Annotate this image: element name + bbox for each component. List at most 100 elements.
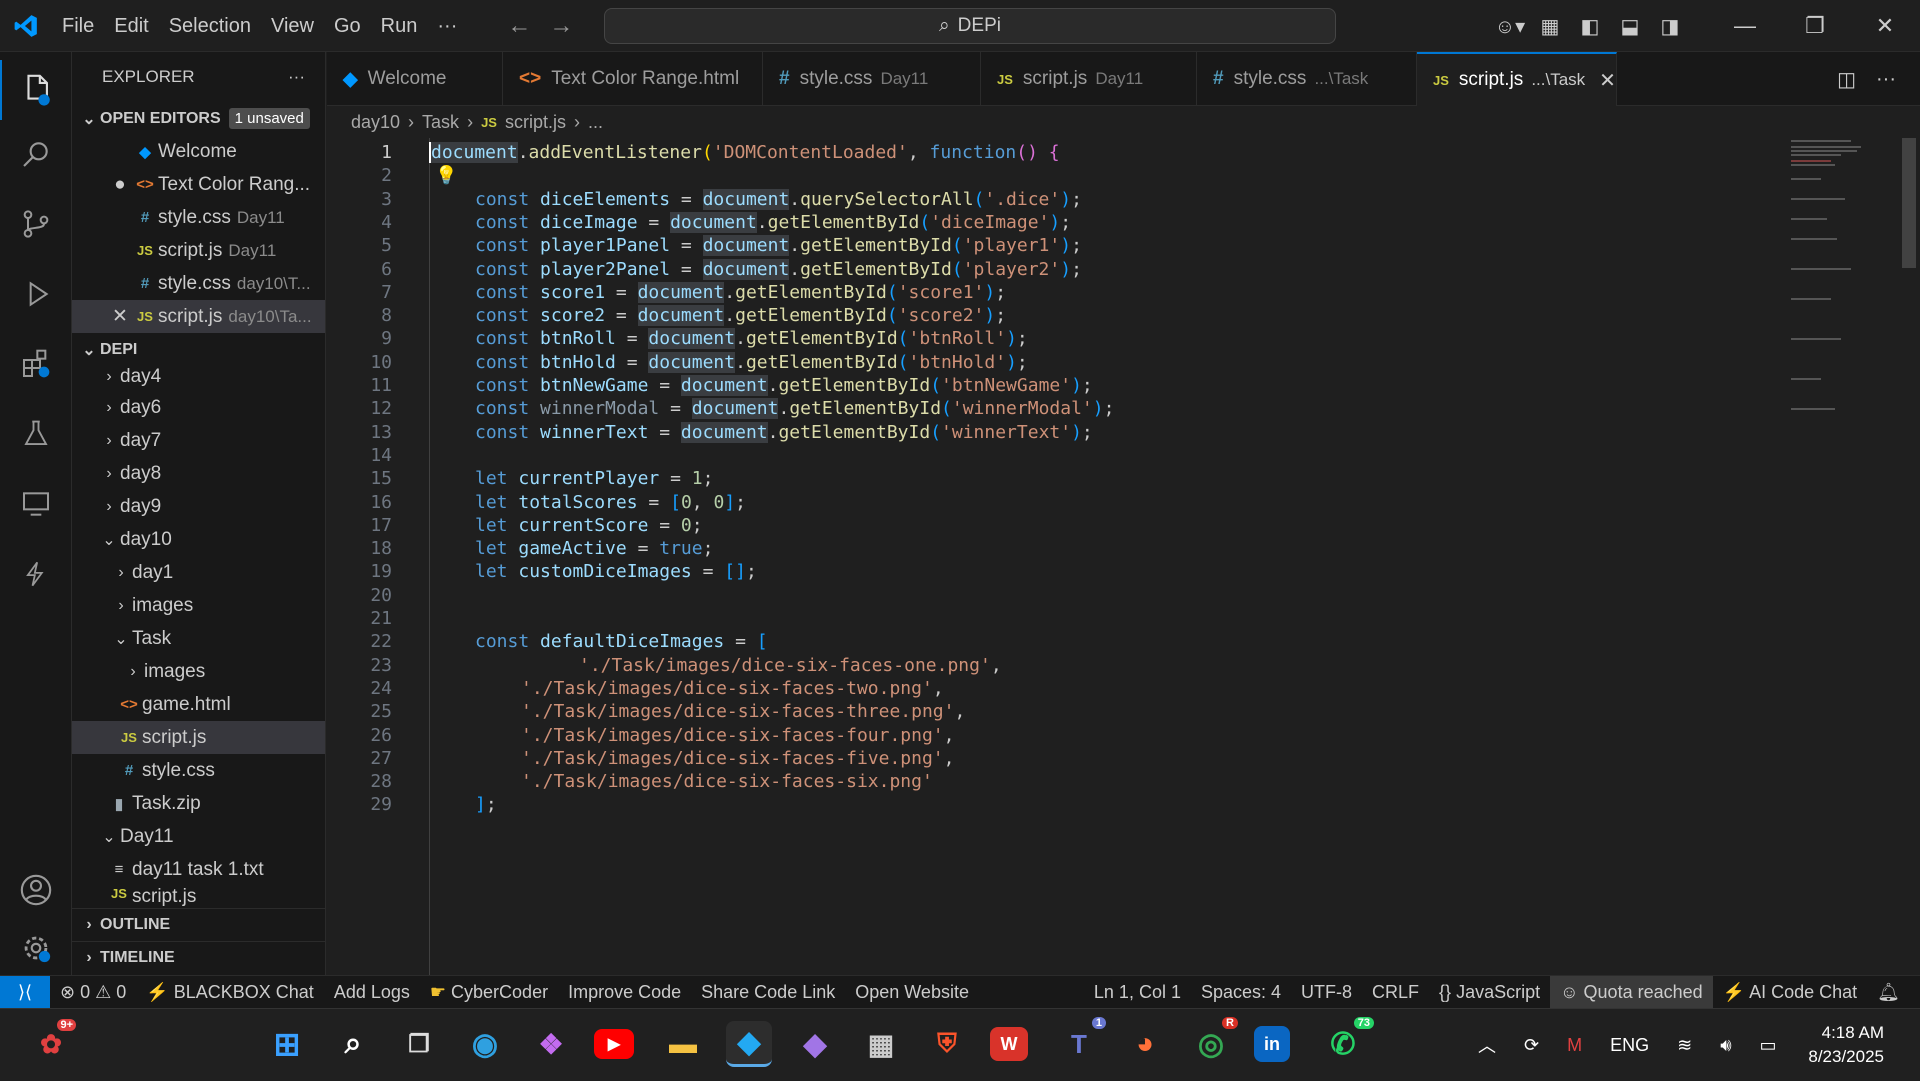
lightning-icon[interactable] [0, 544, 72, 604]
edge-browser-icon[interactable]: ◉ [462, 1021, 508, 1067]
tree-folder[interactable]: › day7 [72, 424, 325, 457]
share-code-link-button[interactable]: Share Code Link [691, 982, 845, 1003]
cursor-position[interactable]: Ln 1, Col 1 [1084, 982, 1191, 1003]
open-editor-welcome[interactable]: ◆ Welcome [72, 135, 325, 168]
menu-selection[interactable]: Selection [159, 0, 261, 52]
tree-folder[interactable]: › day1 [72, 556, 325, 589]
gmail-icon[interactable]: M [1567, 1035, 1582, 1056]
open-editor-script-day11[interactable]: JS script.js Day11 [72, 234, 325, 267]
menu-run[interactable]: Run [371, 0, 428, 52]
menu-view[interactable]: View [261, 0, 324, 52]
system-clock[interactable]: 4:18 AM 8/23/2025 [1808, 1021, 1884, 1069]
tab-welcome[interactable]: ◆ Welcome [327, 52, 503, 106]
copilot-quota[interactable]: ☺ Quota reached [1550, 976, 1713, 1009]
tree-file[interactable]: ▮ Task.zip [72, 787, 325, 820]
start-menu-icon[interactable]: ⊞ [264, 1021, 310, 1067]
source-control-icon[interactable] [0, 194, 72, 254]
youtube-icon[interactable]: ▶ [594, 1029, 634, 1059]
tree-folder[interactable]: › day9 [72, 490, 325, 523]
battery-icon[interactable]: ▭ [1760, 1035, 1777, 1056]
menu-edit[interactable]: Edit [104, 0, 158, 52]
menu-more[interactable]: ··· [427, 0, 467, 52]
store-icon[interactable]: ▦ [858, 1021, 904, 1067]
toggle-panel-icon[interactable]: ⬓ [1610, 14, 1650, 39]
breadcrumb-item[interactable]: script.js [505, 112, 566, 133]
blackbox-chat-button[interactable]: ⚡ BLACKBOX Chat [136, 982, 324, 1003]
lightbulb-icon[interactable]: 💡 [435, 165, 457, 186]
improve-code-button[interactable]: Improve Code [558, 982, 691, 1003]
accounts-icon[interactable] [0, 860, 72, 920]
tab-style-task[interactable]: # style.css ...\Task [1197, 52, 1417, 106]
tree-file[interactable]: <> game.html [72, 688, 325, 721]
tree-folder[interactable]: › day8 [72, 457, 325, 490]
language-mode[interactable]: {} JavaScript [1429, 982, 1550, 1003]
breadcrumb-item[interactable]: Task [422, 112, 459, 133]
run-debug-icon[interactable] [0, 264, 72, 324]
command-center-search[interactable]: ⌕ DEPi [604, 8, 1336, 44]
tab-style-day11[interactable]: # style.css Day11 [763, 52, 981, 106]
open-editors-header[interactable]: ⌄ OPEN EDITORS 1 unsaved [72, 102, 325, 135]
forward-arrow-icon[interactable]: → [549, 12, 573, 40]
timeline-header[interactable]: › TIMELINE [72, 941, 325, 974]
vscode-taskbar-icon[interactable]: ◆ [726, 1021, 772, 1067]
remote-explorer-icon[interactable] [0, 474, 72, 534]
workspace-header[interactable]: ⌄ DEPI [72, 337, 325, 363]
open-website-button[interactable]: Open Website [845, 982, 979, 1003]
menu-go[interactable]: Go [324, 0, 371, 52]
minimize-icon[interactable]: — [1710, 13, 1780, 39]
tab-text-color-range[interactable]: <> Text Color Range.html [503, 52, 763, 106]
tab-script-task[interactable]: JS script.js ...\Task ✕ [1417, 52, 1617, 106]
code-editor[interactable]: 1 2 3 4 5 6 7 8 9 10 11 12 13 14 15 16 1… [327, 138, 1920, 975]
open-editor-script-task[interactable]: ✕ JS script.js day10\Ta... [72, 300, 325, 333]
whatsapp-icon[interactable]: ✆ 73 [1320, 1017, 1374, 1067]
firefox-icon[interactable]: ◕ [1122, 1021, 1168, 1067]
open-editor-style-day11[interactable]: # style.css Day11 [72, 201, 325, 234]
breadcrumb-item[interactable]: ... [588, 112, 603, 133]
tree-folder[interactable]: › day4 [72, 363, 325, 391]
tree-folder[interactable]: › day6 [72, 391, 325, 424]
back-arrow-icon[interactable]: ← [507, 12, 531, 40]
copilot-icon[interactable]: ☺▾ [1490, 14, 1530, 39]
file-explorer-icon[interactable]: ▬ [660, 1021, 706, 1067]
breadcrumb-item[interactable]: day10 [351, 112, 400, 133]
chevron-up-icon[interactable]: ︿ [1478, 1032, 1496, 1058]
close-tab-icon[interactable]: ✕ [1599, 68, 1616, 93]
tree-file[interactable]: # style.css [72, 754, 325, 787]
sync-icon[interactable]: ⟳ [1524, 1035, 1539, 1056]
tree-folder[interactable]: ⌄ Task [72, 622, 325, 655]
teams-icon[interactable]: T1 [1056, 1017, 1106, 1067]
problems-indicator[interactable]: ⊗ 0 ⚠ 0 [50, 982, 136, 1003]
toggle-primary-sidebar-icon[interactable]: ◧ [1570, 14, 1610, 39]
toggle-secondary-sidebar-icon[interactable]: ◨ [1650, 14, 1690, 39]
more-actions-icon[interactable]: ··· [1876, 68, 1896, 91]
remote-indicator-icon[interactable]: ⟩⟨ [0, 975, 50, 1009]
language-indicator[interactable]: ENG [1610, 1035, 1649, 1056]
tree-folder[interactable]: ⌄ day10 [72, 523, 325, 556]
tree-file-selected[interactable]: JS script.js [72, 721, 325, 754]
indentation[interactable]: Spaces: 4 [1191, 982, 1291, 1003]
add-logs-button[interactable]: Add Logs [324, 982, 420, 1003]
open-editor-style-task[interactable]: # style.css day10\T... [72, 267, 325, 300]
tree-folder[interactable]: › images [72, 589, 325, 622]
customize-layout-icon[interactable]: ▦ [1530, 14, 1570, 39]
vertical-scrollbar[interactable] [1902, 138, 1916, 268]
linkedin-icon[interactable]: in [1254, 1026, 1290, 1062]
close-icon[interactable]: ✕ [108, 305, 132, 328]
encoding[interactable]: UTF-8 [1291, 982, 1362, 1003]
search-icon[interactable]: ⌕ [330, 1021, 376, 1067]
wps-office-icon[interactable]: W [990, 1027, 1028, 1061]
tab-script-day11[interactable]: JS script.js Day11 [981, 52, 1197, 106]
explorer-icon[interactable] [0, 60, 72, 120]
wifi-icon[interactable]: ≋ [1677, 1035, 1692, 1056]
cybercoder-button[interactable]: ☛ CyberCoder [420, 982, 558, 1003]
ai-code-chat-button[interactable]: ⚡ AI Code Chat [1713, 982, 1868, 1003]
outline-header[interactable]: › OUTLINE [72, 908, 325, 941]
visual-studio-icon[interactable]: ◆ [792, 1021, 838, 1067]
tree-folder[interactable]: ⌄ Day11 [72, 820, 325, 853]
end-of-line[interactable]: CRLF [1362, 982, 1429, 1003]
tree-folder[interactable]: › images [72, 655, 325, 688]
task-view-icon[interactable]: ❐ [396, 1021, 442, 1067]
search-icon[interactable] [0, 124, 72, 184]
brave-browser-icon[interactable]: ⛨ [924, 1021, 970, 1067]
tree-file[interactable]: ≡ day11 task 1.txt [72, 853, 325, 886]
